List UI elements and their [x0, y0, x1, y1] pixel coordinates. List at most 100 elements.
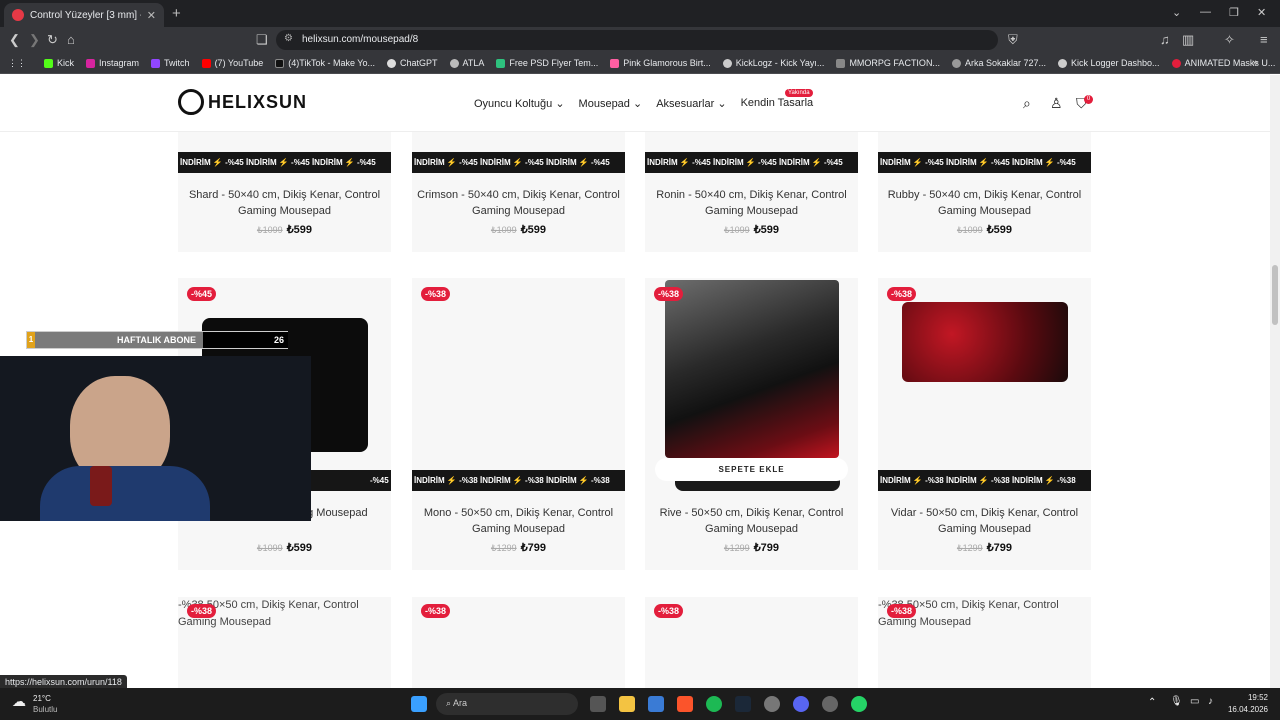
- nav-aksesuarlar[interactable]: Aksesuarlar ⌄: [656, 97, 726, 110]
- product-card[interactable]: -%38: [412, 597, 625, 688]
- bookmark-item[interactable]: Free PSD Flyer Tem...: [496, 58, 598, 68]
- product-card[interactable]: İNDİRİM ⚡ -%38 İNDİRİM ⚡ -%38 İNDİRİM ⚡ …: [878, 278, 1091, 570]
- forward-icon[interactable]: ❯: [29, 32, 40, 48]
- clock-time[interactable]: 19:52: [1232, 693, 1268, 702]
- microphone: [90, 466, 112, 506]
- close-window-icon[interactable]: ✕: [1257, 6, 1266, 19]
- product-name[interactable]: Shard - 50×40 cm, Dikiş Kenar, Control G…: [178, 187, 391, 219]
- bookmark-item[interactable]: KickLogz - Kick Yayı...: [722, 58, 824, 68]
- nav-mousepad[interactable]: Mousepad ⌄: [579, 97, 643, 110]
- product-card[interactable]: -%38: [645, 597, 858, 688]
- product-card[interactable]: İNDİRİM ⚡ -%38 İNDİRİM ⚡ -%38 İNDİRİM ⚡ …: [412, 278, 625, 570]
- bookmark-item[interactable]: (4)TikTok - Make Yo...: [275, 58, 375, 68]
- taskbar-search[interactable]: ⌕ Ara: [436, 693, 578, 715]
- address-bar[interactable]: ⚙ helixsun.com/mousepad/8: [276, 30, 998, 50]
- bookmark-item[interactable]: Kick Logger Dashbo...: [1058, 58, 1160, 68]
- settings-icon[interactable]: [764, 696, 780, 712]
- media-icon[interactable]: ♫: [1160, 32, 1170, 47]
- browser-tab[interactable]: Control Yüzeyler [3 mm] - Helix... ✕: [4, 3, 164, 27]
- product-price: ₺1099 ₺599: [490, 224, 547, 236]
- site-logo[interactable]: HELIXSUN: [178, 89, 307, 115]
- task-view-icon[interactable]: [590, 696, 606, 712]
- product-price: ₺1099 ₺599: [256, 224, 313, 236]
- tab-search-icon[interactable]: ⌄: [1172, 6, 1181, 19]
- product-name[interactable]: Vidar - 50×50 cm, Dikiş Kenar, Control G…: [878, 505, 1091, 537]
- bookmark-item[interactable]: Kick: [44, 58, 74, 68]
- product-card[interactable]: İNDİRİM ⚡ -%45 İNDİRİM ⚡ -%45 İNDİRİM ⚡ …: [878, 132, 1091, 252]
- home-icon[interactable]: ⌂: [67, 32, 75, 47]
- discount-ticker: İNDİRİM ⚡ -%45 İNDİRİM ⚡ -%45 İNDİRİM ⚡ …: [878, 152, 1091, 173]
- bookmark-item[interactable]: ChatGPT: [386, 58, 438, 68]
- back-icon[interactable]: ❮: [9, 32, 20, 48]
- start-icon[interactable]: [411, 696, 427, 712]
- webcam-feed: [0, 356, 311, 521]
- bookmark-item[interactable]: ATLA: [449, 58, 484, 68]
- product-card[interactable]: SEPETE EKLE -%38 Rive - 50×50 cm, Dikiş …: [645, 278, 858, 570]
- product-name[interactable]: Ronin - 50×40 cm, Dikiş Kenar, Control G…: [645, 187, 858, 219]
- product-name[interactable]: Crimson - 50×40 cm, Dikiş Kenar, Control…: [412, 187, 625, 219]
- app-icon[interactable]: [822, 696, 838, 712]
- mic-icon[interactable]: 🎙: [1170, 696, 1183, 707]
- search-icon[interactable]: ⌕: [1023, 95, 1031, 112]
- whatsapp-icon[interactable]: [851, 696, 867, 712]
- browser-tab-bar: Control Yüzeyler [3 mm] - Helix... ✕ + ⌄…: [0, 0, 1280, 27]
- apps-icon[interactable]: ⋮⋮: [8, 58, 26, 69]
- more-bookmarks-icon[interactable]: »: [1252, 57, 1258, 69]
- account-icon[interactable]: ♙: [1050, 95, 1063, 112]
- page-scrollbar[interactable]: [1270, 75, 1280, 688]
- discount-ticker: İNDİRİM ⚡ -%38 İNDİRİM ⚡ -%38 İNDİRİM ⚡ …: [878, 470, 1091, 491]
- product-image[interactable]: [902, 302, 1068, 382]
- close-tab-icon[interactable]: ✕: [147, 9, 156, 22]
- bookmark-item[interactable]: Instagram: [86, 58, 139, 68]
- product-name[interactable]: Rive - 50×50 cm, Dikiş Kenar, Control Ga…: [645, 505, 858, 537]
- bookmark-item[interactable]: (7) YouTube: [201, 58, 263, 68]
- product-image[interactable]: [665, 280, 839, 458]
- product-card[interactable]: -%38 50×50 cm, Dikiş Kenar, Control Gami…: [878, 597, 1091, 688]
- brave-shield-icon[interactable]: ⛨: [1008, 32, 1018, 48]
- discount-badge: -%38: [887, 604, 917, 618]
- tray-chevron-icon[interactable]: ⌃: [1148, 697, 1156, 708]
- subscriber-goal-bar: 1 HAFTALIK ABONE 26: [26, 331, 288, 349]
- add-to-cart-button[interactable]: SEPETE EKLE: [655, 458, 848, 481]
- reload-icon[interactable]: ↻: [47, 32, 58, 48]
- product-card[interactable]: İNDİRİM ⚡ -%45 İNDİRİM ⚡ -%45 İNDİRİM ⚡ …: [645, 132, 858, 252]
- url-text: helixsun.com/mousepad/8: [302, 34, 419, 45]
- file-explorer-icon[interactable]: [619, 696, 635, 712]
- weather-icon[interactable]: ☁: [12, 693, 26, 710]
- bookmark-item[interactable]: MMORPG FACTION...: [836, 58, 940, 68]
- discord-icon[interactable]: [793, 696, 809, 712]
- leo-icon[interactable]: ✧: [1224, 32, 1235, 48]
- nav-oyuncu-koltugu[interactable]: Oyuncu Koltuğu ⌄: [474, 97, 565, 110]
- bookmark-item[interactable]: ANIMATED Masks U...: [1171, 58, 1275, 68]
- site-favicon-icon: [12, 9, 24, 21]
- weather-temp: 21°C: [33, 694, 51, 703]
- site-settings-icon[interactable]: ⚙: [284, 33, 293, 44]
- spotify-icon[interactable]: [706, 696, 722, 712]
- goal-count: 26: [203, 332, 288, 348]
- product-name[interactable]: Rubby - 50×40 cm, Dikiş Kenar, Control G…: [878, 187, 1091, 219]
- clock-date[interactable]: 16.04.2026: [1226, 705, 1268, 714]
- tab-title: Control Yüzeyler [3 mm] - Helix...: [30, 9, 141, 21]
- bookmark-icon[interactable]: ❏: [256, 32, 268, 48]
- steam-icon[interactable]: [735, 696, 751, 712]
- product-card[interactable]: İNDİRİM ⚡ -%45 İNDİRİM ⚡ -%45 İNDİRİM ⚡ …: [178, 132, 391, 252]
- product-card[interactable]: -%38 50×50 cm, Dikiş Kenar, Control Gami…: [178, 597, 391, 688]
- store-icon[interactable]: [648, 696, 664, 712]
- bookmark-item[interactable]: Arka Sokaklar 727...: [951, 58, 1046, 68]
- address-row: ❮ ❯ ↻ ⌂ ❏ ⚙ helixsun.com/mousepad/8 ⛨ ♫ …: [0, 27, 1280, 53]
- network-icon[interactable]: ▭: [1190, 696, 1199, 707]
- scrollbar-thumb[interactable]: [1272, 265, 1278, 325]
- sidebar-icon[interactable]: ▥: [1182, 32, 1194, 48]
- maximize-icon[interactable]: ❐: [1229, 6, 1239, 19]
- product-card[interactable]: İNDİRİM ⚡ -%45 İNDİRİM ⚡ -%45 İNDİRİM ⚡ …: [412, 132, 625, 252]
- new-tab-icon[interactable]: +: [172, 5, 181, 22]
- discount-ticker: İNDİRİM ⚡ -%45 İNDİRİM ⚡ -%45 İNDİRİM ⚡ …: [178, 152, 391, 173]
- menu-icon[interactable]: ≡: [1260, 32, 1268, 47]
- nav-kendin-tasarla[interactable]: Kendin Tasarla: [741, 97, 814, 110]
- bookmark-item[interactable]: Twitch: [151, 58, 190, 68]
- product-name[interactable]: Mono - 50×50 cm, Dikiş Kenar, Control Ga…: [412, 505, 625, 537]
- minimize-icon[interactable]: —: [1200, 6, 1211, 18]
- volume-icon[interactable]: ♪: [1208, 696, 1213, 707]
- brave-browser-icon[interactable]: [677, 696, 693, 712]
- bookmark-item[interactable]: Pink Glamorous Birt...: [610, 58, 711, 68]
